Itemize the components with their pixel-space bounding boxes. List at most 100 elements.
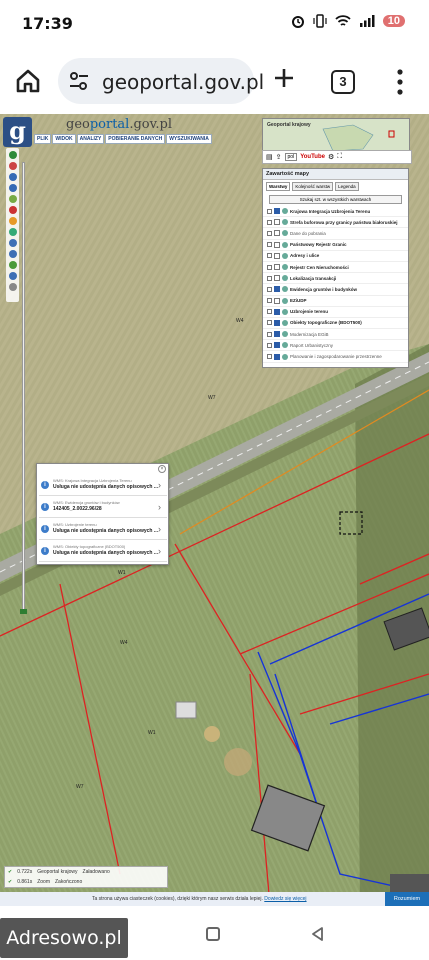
expand-icon[interactable] [267,264,272,270]
language-select[interactable]: pol [284,153,298,161]
layer-row[interactable]: Ewidencja gruntów i budynków [263,284,408,296]
expand-icon[interactable] [267,242,272,248]
layer-label: Uzbrojenie terenu [290,309,329,315]
expand-icon[interactable] [267,298,272,304]
more-vert-icon[interactable] [394,68,406,96]
expand-icon[interactable] [267,354,272,360]
zoom-in-icon[interactable] [8,239,17,247]
expand-icon[interactable] [267,320,272,326]
layer-row[interactable]: Krajowa Integracja Uzbrojenia Terenu [263,206,408,218]
globe-icon[interactable] [8,261,17,269]
info-value: Usługa nie udostępnia danych opisowych .… [53,550,159,556]
layer-checkbox[interactable] [274,286,280,293]
layer-checkbox[interactable] [274,219,280,226]
status-time-value: 0.861s [17,879,33,885]
close-icon[interactable]: × [158,465,166,473]
chevron-right-icon[interactable]: › [158,546,161,556]
expand-icon[interactable] [267,230,272,236]
share-icon[interactable]: ⇪ [276,153,282,161]
layer-checkbox[interactable] [274,275,280,282]
layers-icon[interactable] [8,272,17,280]
menu-item-pobieranie[interactable]: POBIERANIE DANYCH [105,134,166,144]
layer-checkbox[interactable] [274,342,280,349]
menu-item-analizy[interactable]: ANALIZY [76,134,105,144]
layer-row[interactable]: Adresy i ulice [263,251,408,262]
layer-checkbox[interactable] [274,241,280,248]
geoportal-brand: geoportal.gov.pl [66,117,173,132]
info-item[interactable]: i WMS: Krajowa Integracja Uzbrojenia Tere… [39,476,167,496]
coordinate-tool-icon[interactable] [8,195,17,203]
layer-search-button[interactable]: Szukaj szt. w wszystkich warstwach [269,195,402,204]
map-viewport[interactable]: W4 W7 W1 W4 W1 W7 g geoportal.gov.pl PLI… [0,114,429,906]
menu-item-widok[interactable]: WIDOK [52,134,76,144]
measure-tool-icon[interactable] [8,173,17,181]
home-icon[interactable] [14,67,42,95]
layer-checkbox[interactable] [274,319,280,326]
zoom-slider-handle[interactable] [20,609,27,614]
expand-icon[interactable] [267,253,272,259]
area-tool-icon[interactable] [8,184,17,192]
layer-row[interactable]: Planowanie i zagospodarowanie przestrzen… [263,351,408,363]
cookie-more-link[interactable]: Dowiedz się więcej [264,896,306,902]
layer-checkbox[interactable] [274,331,280,338]
geoportal-logo[interactable]: g [3,117,32,147]
expand-icon[interactable] [267,286,272,292]
chevron-right-icon[interactable]: › [158,502,161,512]
layer-row[interactable]: Lokalizacja transakcji [263,273,408,285]
new-tab-button[interactable] [270,62,298,96]
tune-icon[interactable] [68,71,90,91]
layer-checkbox[interactable] [274,230,280,237]
expand-icon[interactable] [267,219,272,225]
edit-tool-icon[interactable] [8,228,17,236]
expand-icon[interactable] [267,208,272,214]
layer-checkbox[interactable] [274,353,280,360]
layer-row[interactable]: Modernizacja EGiB [263,329,408,341]
expand-icon[interactable] [267,331,272,337]
layer-row[interactable]: Państwowy Rejestr Granic [263,240,408,251]
layer-row[interactable]: EZiUDP [263,296,408,307]
recent-apps-icon[interactable] [206,927,220,941]
zoom-out-icon[interactable] [8,250,17,258]
layer-row[interactable]: Obiekty topograficzne (BDOT500) [263,318,408,330]
layer-row[interactable]: Raport Urbanistyczny [263,340,408,352]
menu-item-plik[interactable]: PLIK [34,134,52,144]
chevron-right-icon[interactable]: › [158,480,161,490]
info-tool-icon[interactable] [8,151,17,159]
pan-tool-icon[interactable] [8,162,17,170]
zoom-slider[interactable] [22,162,25,612]
cookie-accept-button[interactable]: Rozumiem [385,892,429,906]
fullscreen-icon[interactable]: ⛶ [337,153,342,161]
url-field[interactable]: geoportal.gov.pl [58,58,264,104]
chevron-right-icon[interactable]: › [158,524,161,534]
tab-legenda[interactable]: Legenda [335,182,359,191]
layer-row[interactable]: Strefa buforowa przy granicy państwa bia… [263,217,408,229]
youtube-link[interactable]: YouTube [300,154,325,160]
layer-checkbox[interactable] [274,308,280,315]
menu-item-wyszukiwania[interactable]: WYSZUKIWANIA [166,134,212,144]
check-icon: ✔ [8,879,13,885]
tab-switcher-button[interactable]: 3 [331,70,355,94]
layer-checkbox[interactable] [274,208,280,215]
layer-checkbox[interactable] [274,252,280,259]
info-item[interactable]: i WMS: Uzbrojenie terenu Usługa nie udostę… [39,520,167,540]
layer-checkbox[interactable] [274,297,280,304]
layer-checkbox[interactable] [274,264,280,271]
print-icon[interactable]: ▤ [266,153,273,161]
help-icon[interactable] [8,283,17,291]
layer-row[interactable]: Rejestr Cen Nieruchomości [263,262,408,274]
layer-type-icon [282,275,288,282]
expand-icon[interactable] [267,309,272,315]
expand-icon[interactable] [267,275,272,281]
draw-tool-icon[interactable] [8,217,17,225]
tab-kolejnosc[interactable]: Kolejność warstw [292,182,334,191]
layer-row[interactable]: Uzbrojenie terenu [263,307,408,318]
expand-icon[interactable] [267,342,272,348]
back-icon[interactable] [310,926,326,942]
info-item[interactable]: i WMS: Obiekty topograficzne (BDOT500) Usł… [39,542,167,562]
layer-label: Planowanie i zagospodarowanie przestrzen… [290,354,382,360]
tab-warstwy[interactable]: Warstwy [266,182,291,191]
print-tool-icon[interactable] [8,206,17,214]
info-item[interactable]: i WMS: Ewidencja gruntów i budynków 142405… [39,498,167,518]
layer-row[interactable]: Dane do pobrania [263,228,408,240]
settings-icon[interactable]: ⚙ [328,153,334,161]
